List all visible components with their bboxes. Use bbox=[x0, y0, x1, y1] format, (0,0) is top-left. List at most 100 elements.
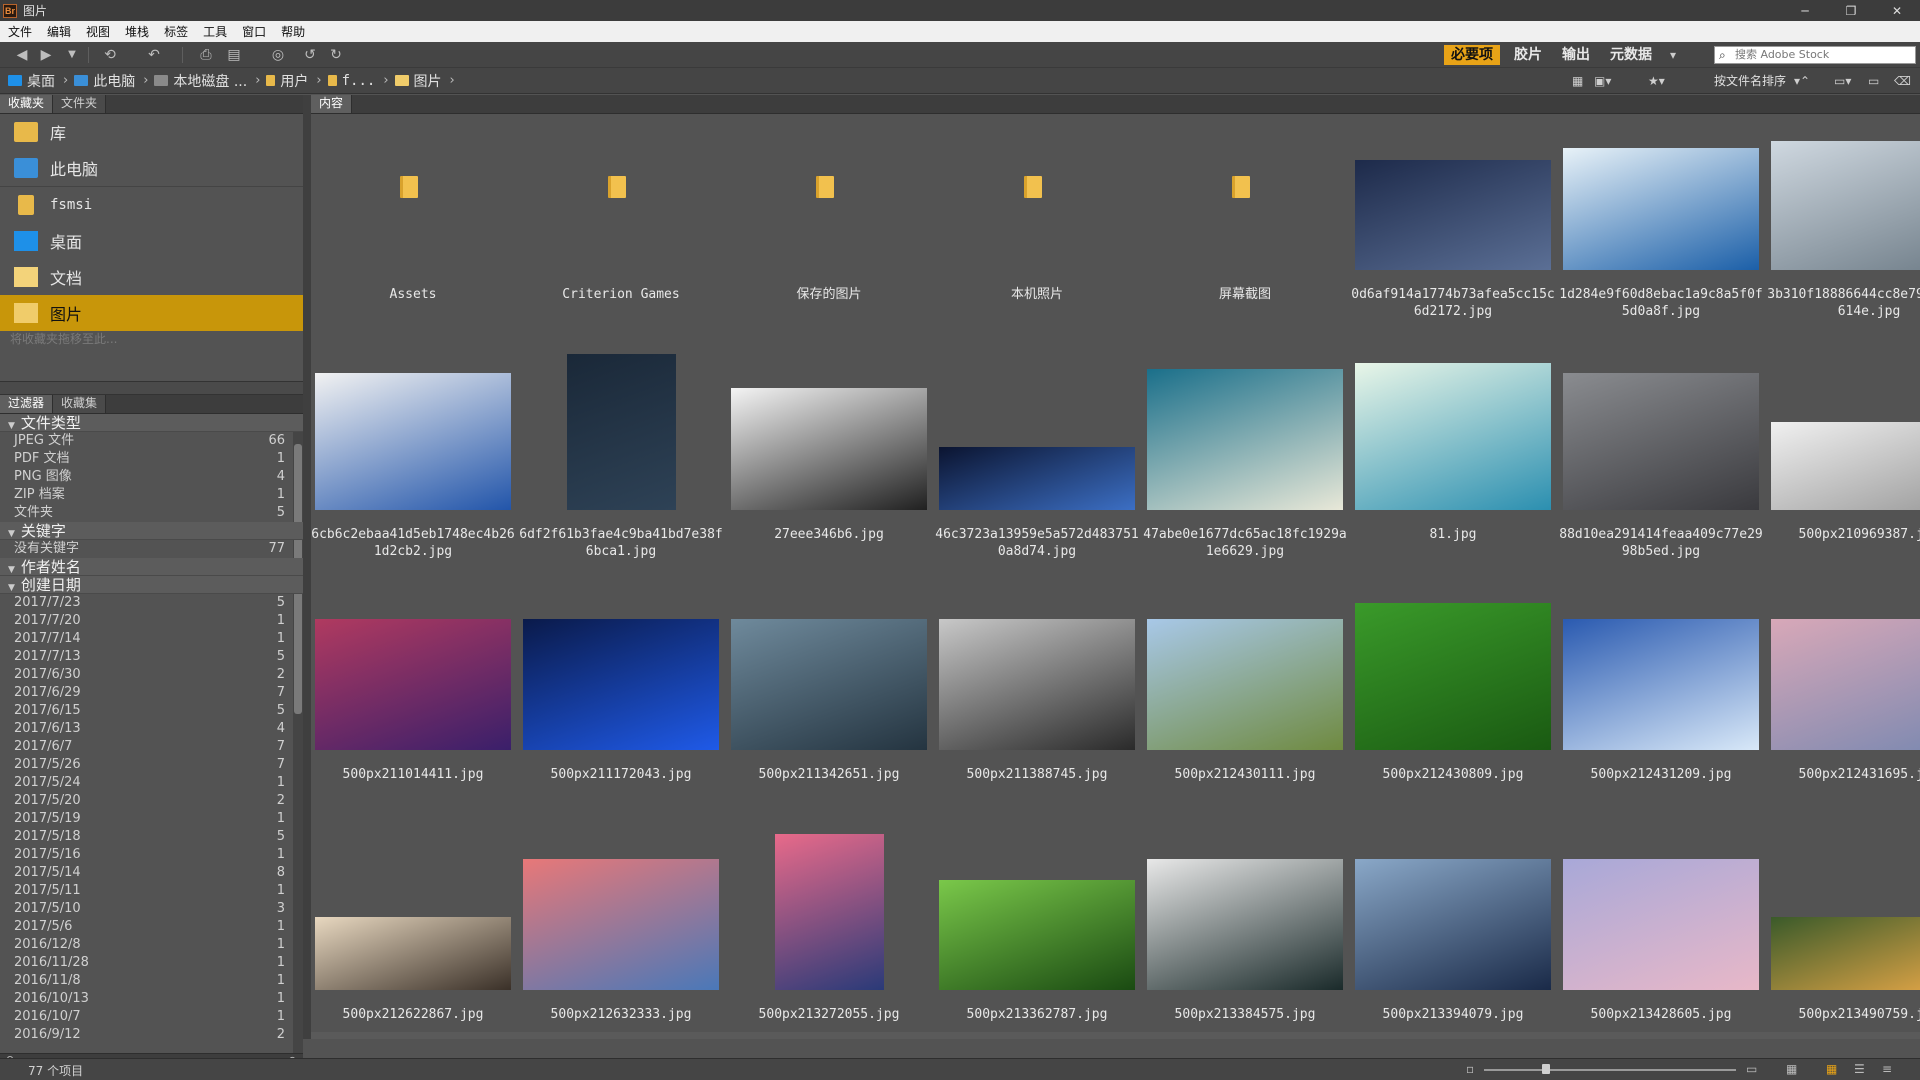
tab-content[interactable]: 内容 bbox=[311, 95, 353, 113]
filter-row[interactable]: 2017/5/19 1 bbox=[0, 810, 303, 828]
image-item[interactable]: 500px213272055.jpg bbox=[727, 834, 931, 1039]
breadcrumb-user-folder[interactable]: f... › bbox=[327, 73, 389, 89]
filter-row[interactable]: 2016/11/8 1 bbox=[0, 972, 303, 990]
menu-view[interactable]: 视图 bbox=[86, 23, 110, 40]
image-item[interactable]: 500px212632333.jpg bbox=[519, 834, 723, 1039]
image-item[interactable]: 500px212430809.jpg bbox=[1351, 594, 1555, 829]
tab-favorites[interactable]: 收藏夹 bbox=[0, 95, 54, 113]
menu-edit[interactable]: 编辑 bbox=[47, 23, 71, 40]
thumbnail-size-slider[interactable] bbox=[1484, 1064, 1736, 1074]
open-recent-folder-icon[interactable]: ▭▾ bbox=[1834, 73, 1851, 89]
chevron-right-icon[interactable]: › bbox=[316, 73, 321, 88]
camera-import-icon[interactable]: ⎙ bbox=[196, 46, 216, 64]
filter-row[interactable]: 没有关键字 77 bbox=[0, 540, 303, 558]
image-item[interactable]: 500px213428605.jpg bbox=[1559, 834, 1763, 1039]
delete-icon[interactable]: ⌫ bbox=[1894, 73, 1911, 89]
lock-grid-icon[interactable]: ▦ bbox=[1786, 1062, 1797, 1076]
chevron-right-icon[interactable]: › bbox=[383, 73, 388, 88]
image-item[interactable]: 1d284e9f60d8ebac1a9c8a5f0f5d0a8f.jpg bbox=[1559, 114, 1763, 349]
menu-stack[interactable]: 堆栈 bbox=[125, 23, 149, 40]
collapse-triangle-icon[interactable]: ▼ bbox=[8, 565, 15, 575]
image-item[interactable]: 500px211014411.jpg bbox=[311, 594, 515, 829]
filter-row[interactable]: 2017/5/20 2 bbox=[0, 792, 303, 810]
filter-row[interactable]: 2016/11/28 1 bbox=[0, 954, 303, 972]
minimize-button[interactable]: ─ bbox=[1782, 0, 1828, 21]
sort-dropdown[interactable]: 按文件名排序 bbox=[1714, 73, 1786, 89]
filter-row[interactable]: 2017/6/13 4 bbox=[0, 720, 303, 738]
boomerang-icon[interactable]: ↶ bbox=[144, 46, 164, 64]
rotate-left-icon[interactable]: ↺ bbox=[300, 46, 320, 64]
sort-direction-icon[interactable]: ▾⌃ bbox=[1794, 73, 1810, 89]
image-item[interactable]: 46c3723a13959e5a572d4837510a8d74.jpg bbox=[935, 354, 1139, 589]
filter-row[interactable]: 2017/7/20 1 bbox=[0, 612, 303, 630]
image-item[interactable]: 0d6af914a1774b73afea5cc15c6d2172.jpg bbox=[1351, 114, 1555, 349]
image-item[interactable]: 500px212622867.jpg bbox=[311, 834, 515, 1039]
chevron-right-icon[interactable]: › bbox=[255, 73, 260, 88]
panel-splitter[interactable] bbox=[0, 381, 303, 395]
image-item[interactable]: 88d10ea291414feaa409c77e2998b5ed.jpg bbox=[1559, 354, 1763, 589]
vertical-splitter[interactable] bbox=[303, 95, 311, 1039]
workspace-output[interactable]: 输出 bbox=[1562, 45, 1590, 65]
filter-row[interactable]: 2017/7/23 5 bbox=[0, 594, 303, 612]
tab-collections[interactable]: 收藏集 bbox=[53, 395, 107, 413]
chevron-right-icon[interactable]: › bbox=[63, 73, 68, 88]
collapse-triangle-icon[interactable]: ▼ bbox=[8, 529, 15, 539]
filter-row[interactable]: 2017/5/14 8 bbox=[0, 864, 303, 882]
folder-item[interactable]: 本机照片 bbox=[935, 114, 1139, 349]
image-item[interactable]: 6df2f61b3fae4c9ba41bd7e38f6bca1.jpg bbox=[519, 354, 723, 589]
filter-row[interactable]: PDF 文档 1 bbox=[0, 450, 303, 468]
image-item[interactable]: 500px213490759.jpg bbox=[1767, 834, 1920, 1039]
favorite-fsmsi[interactable]: fsmsi bbox=[0, 187, 303, 223]
forward-arrow-icon[interactable]: ▶ bbox=[36, 46, 56, 64]
favorite-computer[interactable]: 此电脑 bbox=[0, 150, 303, 186]
breadcrumb-computer[interactable]: 此电脑 › bbox=[74, 71, 148, 91]
star-filter-icon[interactable]: ★▾ bbox=[1648, 73, 1665, 89]
filter-row[interactable]: 2017/6/30 2 bbox=[0, 666, 303, 684]
slider-knob[interactable] bbox=[1542, 1064, 1550, 1074]
filter-group-header[interactable]: ▼ 关键字 bbox=[0, 522, 303, 540]
filter-row[interactable]: 2017/7/13 5 bbox=[0, 648, 303, 666]
image-item[interactable]: 500px213394079.jpg bbox=[1351, 834, 1555, 1039]
close-button[interactable]: ✕ bbox=[1874, 0, 1920, 21]
favorite-pictures[interactable]: 图片 bbox=[0, 295, 303, 331]
image-item[interactable]: 47abe0e1677dc65ac18fc1929a1e6629.jpg bbox=[1143, 354, 1347, 589]
collapse-triangle-icon[interactable]: ▼ bbox=[8, 583, 15, 593]
folder-item[interactable]: Assets bbox=[311, 114, 515, 349]
favorite-desktop[interactable]: 桌面 bbox=[0, 223, 303, 259]
new-folder-icon[interactable]: ▭ bbox=[1868, 73, 1879, 89]
image-item[interactable]: 500px211172043.jpg bbox=[519, 594, 723, 829]
folder-item[interactable]: 屏幕截图 bbox=[1143, 114, 1347, 349]
view-list-icon[interactable]: ≡ bbox=[1882, 1062, 1892, 1076]
rotate-right-icon[interactable]: ↻ bbox=[326, 46, 346, 64]
view-thumbnails-icon[interactable]: ▦ bbox=[1826, 1062, 1837, 1076]
filter-row[interactable]: JPEG 文件 66 bbox=[0, 432, 303, 450]
thumbnail-quality-icon[interactable]: ▦ bbox=[1572, 73, 1583, 89]
folder-item[interactable]: Criterion Games bbox=[519, 114, 723, 349]
menu-window[interactable]: 窗口 bbox=[242, 23, 266, 40]
image-item[interactable]: 27eee346b6.jpg bbox=[727, 354, 931, 589]
zoom-in-icon[interactable]: ▭ bbox=[1746, 1062, 1757, 1076]
image-item[interactable]: 500px213362787.jpg bbox=[935, 834, 1139, 1039]
workspace-filmstrip[interactable]: 胶片 bbox=[1514, 45, 1542, 65]
collapse-triangle-icon[interactable]: ▼ bbox=[8, 421, 15, 431]
filter-row[interactable]: 2017/5/18 5 bbox=[0, 828, 303, 846]
back-arrow-icon[interactable]: ◀ bbox=[12, 46, 32, 64]
menu-tools[interactable]: 工具 bbox=[203, 23, 227, 40]
content-scrollbar[interactable] bbox=[311, 1032, 1920, 1039]
reveal-recent-icon[interactable]: ⟲ bbox=[100, 46, 120, 64]
image-item[interactable]: 500px211342651.jpg bbox=[727, 594, 931, 829]
tab-filter[interactable]: 过滤器 bbox=[0, 395, 54, 413]
filter-row[interactable]: 2017/5/16 1 bbox=[0, 846, 303, 864]
view-mode-icon[interactable]: ▣▾ bbox=[1594, 73, 1611, 89]
filter-row[interactable]: ZIP 档案 1 bbox=[0, 486, 303, 504]
folder-item[interactable]: 保存的图片 bbox=[727, 114, 931, 349]
filter-row[interactable]: 2016/12/8 1 bbox=[0, 936, 303, 954]
filter-row[interactable]: 2017/7/14 1 bbox=[0, 630, 303, 648]
favorite-library[interactable]: 库 bbox=[0, 114, 303, 150]
filter-row[interactable]: 2016/10/7 1 bbox=[0, 1008, 303, 1026]
image-item[interactable]: 500px212430111.jpg bbox=[1143, 594, 1347, 829]
image-item[interactable]: 500px212431209.jpg bbox=[1559, 594, 1763, 829]
image-item[interactable]: 3b310f18886644cc8e7999ec2b614e.jpg bbox=[1767, 114, 1920, 349]
image-item[interactable]: 500px211388745.jpg bbox=[935, 594, 1139, 829]
workspace-metadata[interactable]: 元数据 bbox=[1610, 45, 1652, 65]
